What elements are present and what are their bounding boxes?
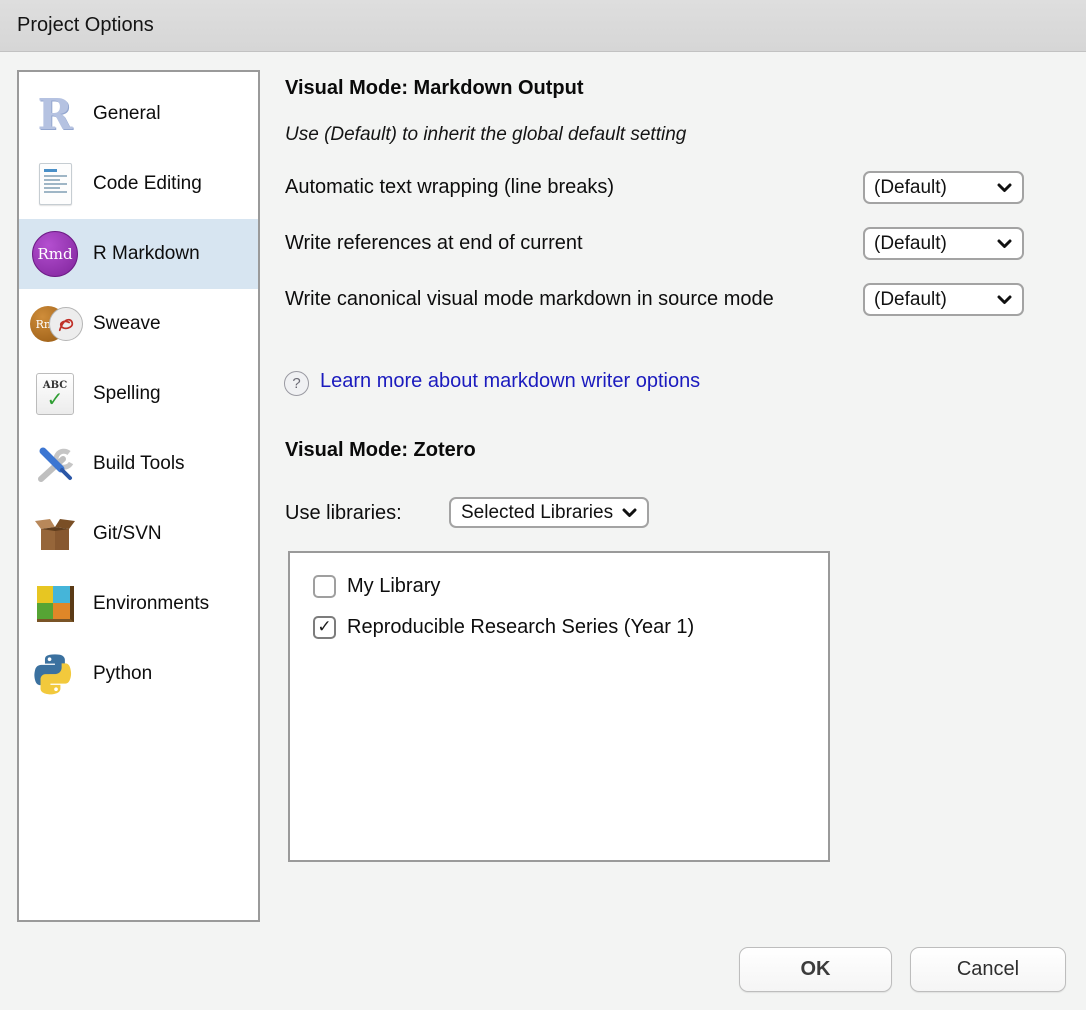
tools-icon (30, 439, 80, 489)
cancel-button[interactable]: Cancel (910, 947, 1066, 992)
canonical-markdown-label: Write canonical visual mode markdown in … (285, 284, 850, 314)
zotero-heading: Visual Mode: Zotero (285, 439, 476, 462)
text-wrapping-label: Automatic text wrapping (line breaks) (285, 172, 850, 202)
sidebar: R General Code Editing Rmd R Markdown Rn… (17, 70, 260, 922)
r-logo-icon: R (30, 89, 80, 139)
sweave-pdf-icon: Rnw (30, 299, 80, 349)
chevron-down-icon (997, 295, 1012, 305)
default-inherit-note: Use (Default) to inherit the global defa… (285, 124, 686, 146)
zotero-libraries-list: My Library Reproducible Research Series … (288, 551, 830, 862)
window-title: Project Options (17, 14, 154, 37)
use-libraries-select[interactable]: Selected Libraries (449, 497, 649, 528)
sidebar-item-sweave[interactable]: Rnw Sweave (19, 289, 258, 359)
sidebar-item-environments[interactable]: Environments (19, 569, 258, 639)
chevron-down-icon (997, 239, 1012, 249)
sidebar-item-build-tools[interactable]: Build Tools (19, 429, 258, 499)
cube-icon (30, 579, 80, 629)
box-icon (30, 509, 80, 559)
sidebar-item-code-editing[interactable]: Code Editing (19, 149, 258, 219)
chevron-down-icon (622, 508, 637, 518)
canonical-markdown-select[interactable]: (Default) (863, 283, 1024, 316)
python-icon (30, 649, 80, 699)
code-document-icon (30, 159, 80, 209)
sidebar-item-general[interactable]: R General (19, 79, 258, 149)
ok-button[interactable]: OK (739, 947, 892, 992)
sidebar-item-git-svn[interactable]: Git/SVN (19, 499, 258, 569)
help-question-icon[interactable]: ? (284, 371, 309, 396)
sidebar-item-python[interactable]: Python (19, 639, 258, 709)
sidebar-item-r-markdown[interactable]: Rmd R Markdown (19, 219, 258, 289)
write-references-label: Write references at end of current (285, 228, 850, 258)
sidebar-item-spelling[interactable]: ABC✓ Spelling (19, 359, 258, 429)
markdown-output-heading: Visual Mode: Markdown Output (285, 77, 584, 100)
list-item-my-library: My Library (313, 575, 828, 598)
my-library-checkbox[interactable] (313, 575, 336, 598)
list-item-reproducible-research: Reproducible Research Series (Year 1) (313, 616, 828, 639)
markdown-writer-help-link[interactable]: Learn more about markdown writer options (320, 370, 700, 393)
text-wrapping-select[interactable]: (Default) (863, 171, 1024, 204)
reproducible-research-checkbox[interactable] (313, 616, 336, 639)
spellcheck-icon: ABC✓ (30, 369, 80, 419)
chevron-down-icon (997, 183, 1012, 193)
use-libraries-label: Use libraries: (285, 498, 445, 528)
rmarkdown-icon: Rmd (30, 229, 80, 279)
write-references-select[interactable]: (Default) (863, 227, 1024, 260)
titlebar: Project Options (0, 0, 1086, 52)
